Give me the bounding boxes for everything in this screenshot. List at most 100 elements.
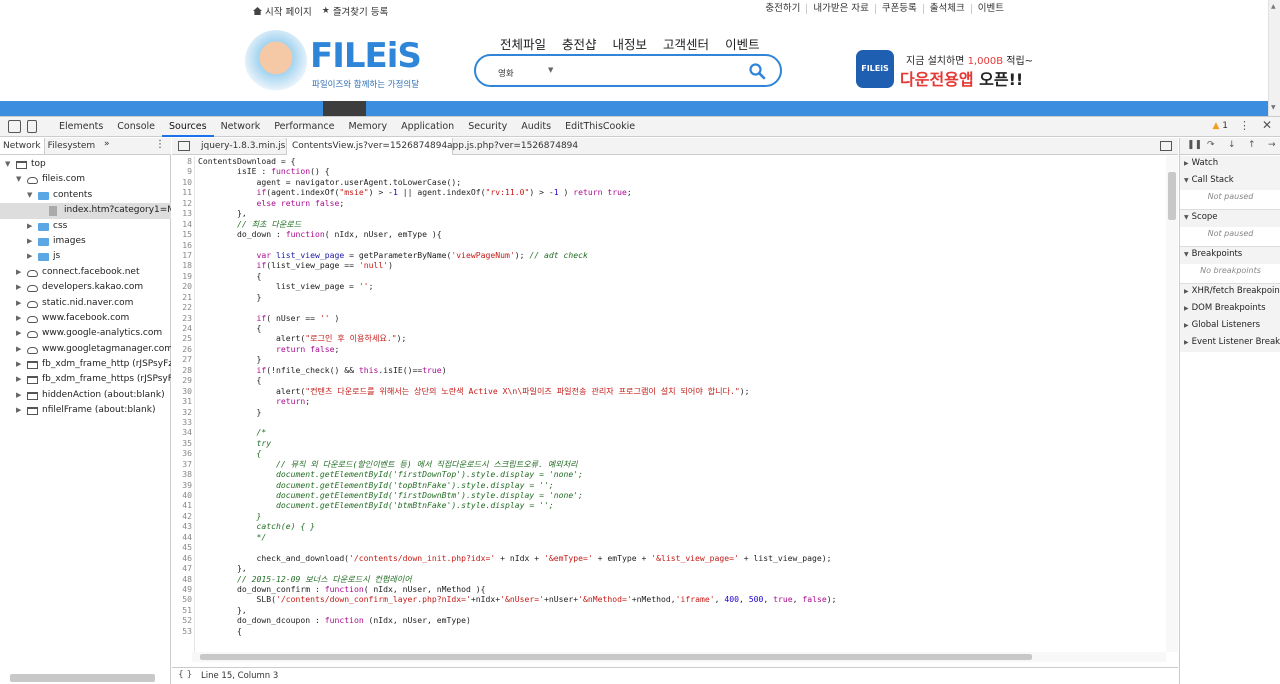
code-line[interactable]: 21 } [172,292,1168,302]
line-number[interactable]: 27 [172,354,192,364]
collapsed-arrow-icon[interactable]: ▶ [16,326,21,341]
my-downloads-link[interactable]: 내가받은 자료 [806,4,874,14]
code-line[interactable]: 9 isIE : function() { [172,166,1168,176]
code-line[interactable]: 23 if( nUser == '' ) [172,313,1168,323]
tree-item[interactable]: ▶ connect.facebook.net [0,265,171,280]
line-number[interactable]: 22 [172,302,192,312]
code-line[interactable]: 38 document.getElementById('firstDownTop… [172,469,1168,479]
code-line[interactable]: 35 try [172,438,1168,448]
close-icon[interactable]: ✕ [1262,118,1272,132]
line-number[interactable]: 52 [172,615,192,625]
collapsed-arrow-icon[interactable]: ▶ [16,357,21,372]
code-line[interactable]: 30 alert("컨텐츠 다운로드를 위해서는 상단의 노란색 Active … [172,386,1168,396]
site-logo[interactable]: FILEiS 파일이즈와 함께하는 가정의달 [245,30,425,92]
code-line[interactable]: 34 /* [172,427,1168,437]
tab-elements[interactable]: Elements [52,117,110,137]
code-line[interactable]: 36 { [172,448,1168,458]
line-number[interactable]: 28 [172,365,192,375]
attendance-link[interactable]: 출석체크 [922,4,971,14]
tab-network[interactable]: Network [214,117,268,137]
code-line[interactable]: 52 do_down_dcoupon : function (nIdx, nUs… [172,615,1168,625]
collapsed-arrow-icon[interactable]: ▶ [1184,305,1189,312]
line-number[interactable]: 53 [172,626,192,636]
code-line[interactable]: 49 do_down_confirm : function( nIdx, nUs… [172,584,1168,594]
code-line[interactable]: 22 [172,302,1168,312]
code-line[interactable]: 42 } [172,511,1168,521]
collapsed-arrow-icon[interactable]: ▶ [1184,160,1189,167]
expanded-arrow-icon[interactable]: ▼ [27,188,32,203]
tree-item[interactable]: ▼ top [0,157,171,172]
code-line[interactable]: 10 agent = navigator.userAgent.toLowerCa… [172,177,1168,187]
tree-item[interactable]: ▶ js [0,249,171,264]
code-line[interactable]: 24 { [172,323,1168,333]
line-number[interactable]: 38 [172,469,192,479]
code-line[interactable]: 15 do_down : function( nIdx, nUser, emTy… [172,229,1168,239]
nav-customer-center[interactable]: 고객센터 [663,34,709,53]
line-number[interactable]: 26 [172,344,192,354]
line-number[interactable]: 19 [172,271,192,281]
section-header[interactable]: ▼ Call Stack [1184,175,1234,185]
device-toggle-icon[interactable] [27,120,37,133]
pretty-print-icon[interactable]: { } [178,670,192,680]
line-number[interactable]: 24 [172,323,192,333]
code-line[interactable]: 53 { [172,626,1168,636]
code-line[interactable]: 46 check_and_download('/contents/down_in… [172,553,1168,563]
code-line[interactable]: 48 // 2015-12-09 보너스 다운로드시 컨펌레이어 [172,574,1168,584]
section-header[interactable]: ▼ Breakpoints [1184,249,1242,259]
line-number[interactable]: 29 [172,375,192,385]
line-number[interactable]: 8 [172,156,192,166]
code-line[interactable]: 16 [172,240,1168,250]
code-line[interactable]: 28 if(!nfile_check() && this.isIE()==tru… [172,365,1168,375]
code-line[interactable]: 39 document.getElementById('topBtnFake')… [172,480,1168,490]
editor-vertical-scrollbar[interactable] [1166,156,1178,652]
line-number[interactable]: 30 [172,386,192,396]
collapsed-arrow-icon[interactable]: ▶ [16,296,21,311]
code-line[interactable]: 51 }, [172,605,1168,615]
code-line[interactable]: 8 ContentsDownload = { [172,156,1168,166]
code-line[interactable]: 13 }, [172,208,1168,218]
chevron-down-icon[interactable]: ▼ [548,66,553,74]
tree-item[interactable]: ▶ images [0,234,171,249]
tab-sources[interactable]: Sources [162,117,214,137]
tree-item[interactable]: ▶ www.google-analytics.com [0,326,171,341]
collapsed-arrow-icon[interactable]: ▶ [16,388,21,403]
line-number[interactable]: 45 [172,542,192,552]
nav-event[interactable]: 이벤트 [725,34,760,53]
line-number[interactable]: 32 [172,407,192,417]
toggle-debugger-icon[interactable] [1160,141,1172,151]
section-header[interactable]: ▶ Watch [1184,158,1218,168]
line-number[interactable]: 35 [172,438,192,448]
code-line[interactable]: 17 var list_view_page = getParameterByNa… [172,250,1168,260]
navigator-menu-icon[interactable]: ⋮ [155,139,165,150]
tab-application[interactable]: Application [394,117,461,137]
tab-memory[interactable]: Memory [341,117,394,137]
tree-item[interactable]: ▶ fb_xdm_frame_http (rJSPsyFz8kQ [0,357,171,372]
expanded-arrow-icon[interactable]: ▼ [5,157,10,172]
line-number[interactable]: 46 [172,553,192,563]
line-number[interactable]: 51 [172,605,192,615]
code-line[interactable]: 43 catch(e) { } [172,521,1168,531]
line-number[interactable]: 48 [172,574,192,584]
line-number[interactable]: 50 [172,594,192,604]
toggle-navigator-icon[interactable] [178,141,190,151]
collapsed-arrow-icon[interactable]: ▶ [1184,339,1189,346]
start-page-link[interactable]: 시작 페이지 [253,4,312,18]
line-number[interactable]: 15 [172,229,192,239]
line-number[interactable]: 34 [172,427,192,437]
code-line[interactable]: 19 { [172,271,1168,281]
line-number[interactable]: 36 [172,448,192,458]
tab-performance[interactable]: Performance [267,117,341,137]
more-tabs-icon[interactable]: » [104,139,110,149]
app-promo-banner[interactable]: FILEiS 지금 설치하면 1,000B 적립~ 다운전용앱 오픈!! [856,50,1033,90]
line-number[interactable]: 41 [172,500,192,510]
tree-item[interactable]: ▶ hiddenAction (about:blank) [0,388,171,403]
coupon-link[interactable]: 쿠폰등록 [874,4,923,14]
scroll-down-icon[interactable]: ▼ [1271,104,1276,111]
code-line[interactable]: 45 [172,542,1168,552]
tab-console[interactable]: Console [110,117,162,137]
code-line[interactable]: 29 { [172,375,1168,385]
pause-icon[interactable]: ❚❚ [1187,140,1202,150]
step-out-icon[interactable]: ↑ [1248,140,1256,150]
code-line[interactable]: 40 document.getElementById('firstDownBtm… [172,490,1168,500]
tree-item[interactable]: index.htm?category1=MVO [0,203,171,219]
